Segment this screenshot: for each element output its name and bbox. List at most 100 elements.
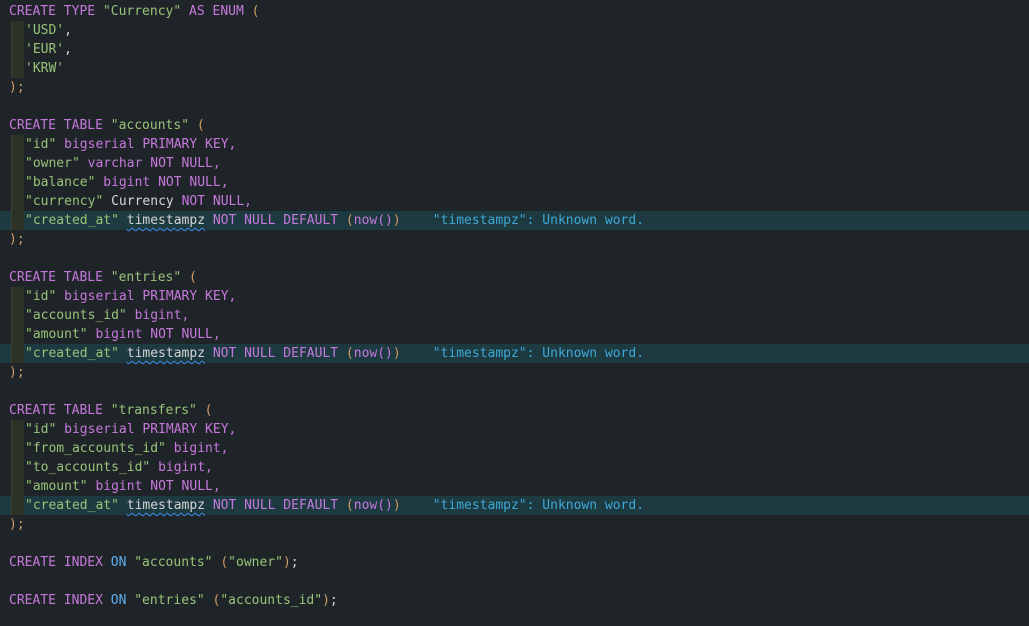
code-line[interactable]: ); bbox=[0, 363, 1029, 382]
keyword: AS ENUM bbox=[189, 4, 244, 19]
keyword-on: ON bbox=[110, 593, 127, 608]
code-line[interactable]: "amount" bigint NOT NULL, bbox=[0, 477, 1029, 496]
column-type: bigserial bbox=[64, 422, 135, 437]
indent-guide bbox=[9, 496, 25, 515]
column-type: Currency bbox=[111, 194, 174, 209]
column-type: varchar bbox=[87, 156, 143, 171]
code-line[interactable] bbox=[0, 534, 1029, 553]
error-word[interactable]: timestampz bbox=[127, 498, 205, 513]
column-modifier: NOT NULL, bbox=[150, 156, 221, 171]
code-line[interactable]: CREATE TYPE "Currency" AS ENUM ( bbox=[0, 2, 1029, 21]
table-name: "entries" bbox=[134, 593, 205, 608]
close-paren: ); bbox=[9, 80, 25, 95]
type-name: "Currency" bbox=[102, 4, 182, 19]
indent-guide bbox=[9, 135, 25, 154]
code-line[interactable] bbox=[0, 382, 1029, 401]
code-line[interactable]: "currency" Currency NOT NULL, bbox=[0, 192, 1029, 211]
code-line[interactable]: "owner" varchar NOT NULL, bbox=[0, 154, 1029, 173]
code-line[interactable]: "id" bigserial PRIMARY KEY, bbox=[0, 420, 1029, 439]
open-paren: ( bbox=[251, 4, 260, 19]
column-name: "to_accounts_id" bbox=[25, 460, 151, 475]
error-word[interactable]: timestampz bbox=[127, 213, 205, 228]
keyword: CREATE TYPE bbox=[9, 4, 96, 19]
column-name: "created_at" bbox=[25, 346, 119, 361]
indent-guide bbox=[9, 154, 25, 173]
column-modifier: NOT NULL, bbox=[158, 175, 229, 190]
function-call: now() bbox=[353, 213, 393, 228]
enum-value: 'USD' bbox=[25, 23, 65, 38]
code-line[interactable]: CREATE INDEX ON "accounts" ("owner"); bbox=[0, 553, 1029, 572]
keyword: CREATE INDEX bbox=[9, 555, 103, 570]
column-modifier: NOT NULL, bbox=[150, 479, 221, 494]
keyword: CREATE TABLE bbox=[9, 118, 103, 133]
code-line[interactable]: "balance" bigint NOT NULL, bbox=[0, 173, 1029, 192]
column-name: "created_at" bbox=[25, 498, 119, 513]
indent-guide bbox=[9, 287, 25, 306]
column-type: bigint, bbox=[134, 308, 190, 323]
keyword-on: ON bbox=[110, 555, 127, 570]
diagnostic-message: "timestampz": Unknown word. bbox=[432, 346, 645, 361]
table-name: "accounts" bbox=[110, 118, 190, 133]
column-modifier: PRIMARY KEY, bbox=[142, 422, 237, 437]
table-name: "accounts" bbox=[134, 555, 213, 570]
code-editor[interactable]: CREATE TYPE "Currency" AS ENUM ( 'USD', … bbox=[0, 0, 1029, 626]
column-type: bigint bbox=[103, 175, 151, 190]
column-name: "id" bbox=[25, 289, 57, 304]
code-line[interactable]: CREATE TABLE "accounts" ( bbox=[0, 116, 1029, 135]
column-modifier: NOT NULL, bbox=[181, 194, 253, 209]
indent-guide bbox=[9, 344, 25, 363]
code-line[interactable]: 'EUR', bbox=[0, 40, 1029, 59]
error-word[interactable]: timestampz bbox=[127, 346, 205, 361]
column-name: "from_accounts_id" bbox=[25, 441, 166, 456]
code-line[interactable]: "from_accounts_id" bigint, bbox=[0, 439, 1029, 458]
diagnostic-message: "timestampz": Unknown word. bbox=[432, 213, 645, 228]
code-line[interactable]: 'KRW' bbox=[0, 59, 1029, 78]
column-name: "id" bbox=[25, 137, 57, 152]
column-name: "created_at" bbox=[25, 213, 119, 228]
indent-guide bbox=[9, 306, 25, 325]
column-type: bigint, bbox=[173, 441, 229, 456]
column-name: "balance" bbox=[25, 175, 96, 190]
column-type: bigint bbox=[95, 479, 143, 494]
table-name: "transfers" bbox=[110, 403, 197, 418]
code-line[interactable] bbox=[0, 249, 1029, 268]
indent-guide bbox=[9, 477, 25, 496]
column-type: bigint bbox=[95, 327, 143, 342]
keyword: CREATE INDEX bbox=[9, 593, 103, 608]
code-line[interactable]: "accounts_id" bigint, bbox=[0, 306, 1029, 325]
column-modifier: PRIMARY KEY, bbox=[142, 137, 237, 152]
table-name: "entries" bbox=[110, 270, 182, 285]
column-modifier: NOT NULL DEFAULT bbox=[212, 498, 339, 513]
indent-guide bbox=[9, 40, 25, 59]
code-line[interactable]: ); bbox=[0, 78, 1029, 97]
column-name: "id" bbox=[25, 422, 57, 437]
code-line[interactable]: CREATE INDEX ON "entries" ("accounts_id"… bbox=[0, 591, 1029, 610]
code-line[interactable]: CREATE TABLE "transfers" ( bbox=[0, 401, 1029, 420]
column-name: "amount" bbox=[25, 479, 88, 494]
column-type: bigint, bbox=[158, 460, 213, 475]
indent-guide bbox=[9, 325, 25, 344]
indent-guide bbox=[9, 458, 25, 477]
code-line[interactable]: CREATE TABLE "entries" ( bbox=[0, 268, 1029, 287]
column-modifier: NOT NULL DEFAULT bbox=[212, 346, 339, 361]
indent-guide bbox=[9, 211, 25, 230]
code-line-error[interactable]: "created_at" timestampz NOT NULL DEFAULT… bbox=[0, 496, 1029, 515]
keyword: CREATE TABLE bbox=[9, 270, 103, 285]
code-line[interactable]: "to_accounts_id" bigint, bbox=[0, 458, 1029, 477]
indent-guide bbox=[9, 192, 25, 211]
code-line[interactable]: "id" bigserial PRIMARY KEY, bbox=[0, 287, 1029, 306]
code-line[interactable]: 'USD', bbox=[0, 21, 1029, 40]
function-call: now() bbox=[353, 498, 393, 513]
code-line[interactable] bbox=[0, 572, 1029, 591]
code-line[interactable]: "id" bigserial PRIMARY KEY, bbox=[0, 135, 1029, 154]
indent-guide bbox=[9, 439, 25, 458]
column-name: "owner" bbox=[25, 156, 80, 171]
code-line[interactable]: ); bbox=[0, 515, 1029, 534]
function-call: now() bbox=[353, 346, 393, 361]
code-line-error[interactable]: "created_at" timestampz NOT NULL DEFAULT… bbox=[0, 211, 1029, 230]
code-line[interactable] bbox=[0, 97, 1029, 116]
keyword: CREATE TABLE bbox=[9, 403, 103, 418]
code-line[interactable]: "amount" bigint NOT NULL, bbox=[0, 325, 1029, 344]
code-line-error[interactable]: "created_at" timestampz NOT NULL DEFAULT… bbox=[0, 344, 1029, 363]
code-line[interactable]: ); bbox=[0, 230, 1029, 249]
